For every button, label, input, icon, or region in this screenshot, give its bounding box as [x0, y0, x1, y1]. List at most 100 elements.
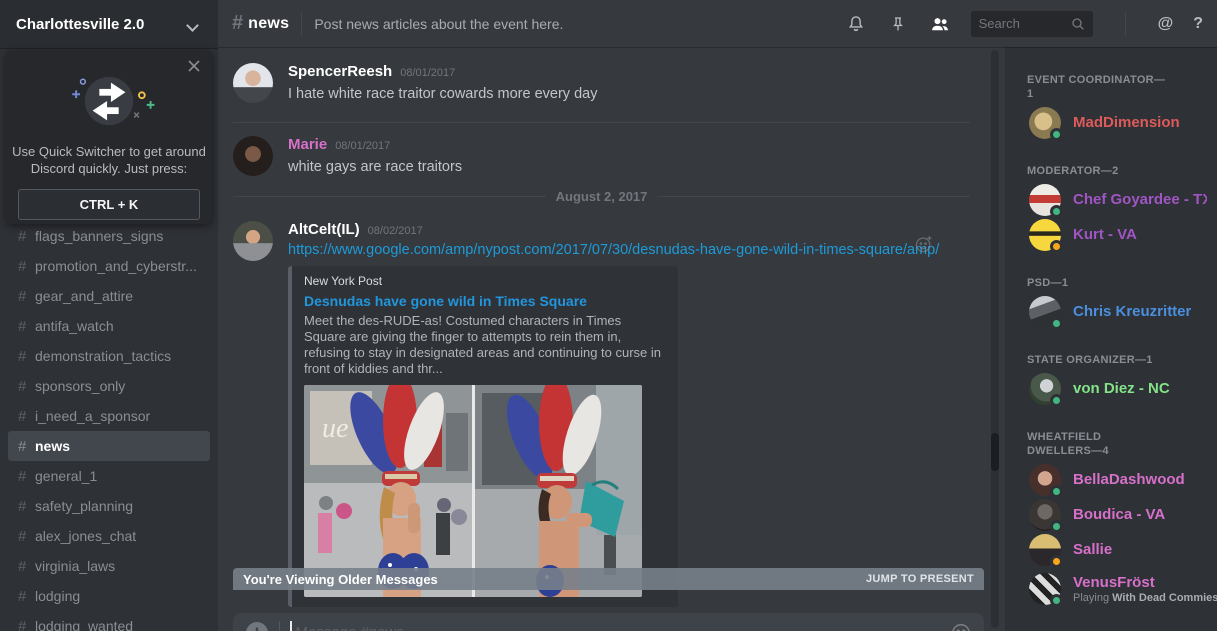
hash-icon: # — [18, 228, 28, 245]
scrollbar-thumb[interactable] — [991, 433, 999, 471]
channel-item-virginia_laws[interactable]: #virginia_laws — [0, 551, 218, 581]
text-caret — [290, 621, 292, 631]
server-dropdown[interactable]: Charlottesville 2.0 — [0, 0, 218, 48]
avatar[interactable] — [233, 63, 273, 103]
search-box — [971, 11, 1093, 37]
channel-label: news — [35, 438, 70, 454]
channel-label: gear_and_attire — [35, 288, 133, 304]
avatar — [1029, 107, 1061, 139]
member-kurt[interactable]: Kurt - VA — [1027, 217, 1207, 252]
avatar — [1029, 219, 1061, 251]
message-author[interactable]: Marie — [288, 136, 327, 153]
channel-item-lodging_wanted[interactable]: # lodging_wanted — [0, 611, 218, 631]
channel-label: lodging_wanted — [35, 618, 133, 631]
role-group-wheatfield-dwellers: WHEATFIELD DWELLERS—4 BellaDashwood Boud… — [1027, 430, 1207, 611]
avatar — [1029, 296, 1061, 328]
channel-item-safety_planning[interactable]: #safety_planning — [0, 491, 218, 521]
avatar — [1029, 573, 1061, 605]
member-boudica[interactable]: Boudica - VA — [1027, 497, 1207, 532]
channel-item-flags_banners_signs[interactable]: # flags_banners_signs — [0, 221, 218, 251]
avatar[interactable] — [233, 221, 273, 261]
role-group-psd: PSD—1 Chris Kreuzritter — [1027, 276, 1207, 329]
channel-item-gear_and_attire[interactable]: #gear_and_attire — [0, 281, 218, 311]
channel-label: flags_banners_signs — [35, 228, 163, 244]
notifications-bell-icon[interactable] — [845, 13, 867, 35]
help-icon[interactable]: ? — [1193, 15, 1203, 33]
jump-to-present-button[interactable]: JUMP TO PRESENT — [866, 573, 974, 585]
embed-description: Meet the des-RUDE-as! Costumed character… — [304, 313, 666, 377]
embed-provider: New York Post — [304, 274, 666, 288]
channel-item-general_1[interactable]: #general_1 — [0, 461, 218, 491]
hash-icon: # — [18, 618, 28, 631]
hash-icon: # — [18, 588, 28, 605]
message-link[interactable]: https://www.google.com/amp/nypost.com/20… — [288, 242, 975, 258]
close-icon[interactable] — [186, 58, 202, 74]
add-reaction-icon[interactable] — [914, 234, 934, 254]
embed-title-link[interactable]: Desnudas have gone wild in Times Square — [304, 293, 666, 309]
server-name: Charlottesville 2.0 — [16, 16, 188, 33]
status-idle-icon — [1050, 555, 1063, 568]
member-venusfrost[interactable]: VenusFröst Playing With Dead Commies — [1027, 567, 1207, 611]
member-chef-goyardee[interactable]: Chef Goyardee - TX — [1027, 182, 1207, 217]
svg-text:ue: ue — [322, 413, 348, 444]
channel-item-lodging[interactable]: # lodging — [0, 581, 218, 611]
upload-plus-icon[interactable] — [245, 621, 269, 631]
message-text: white gays are race traitors — [288, 157, 975, 177]
status-online-icon — [1050, 594, 1063, 607]
message-author[interactable]: SpencerReesh — [288, 63, 392, 80]
member-chris-kreuzritter[interactable]: Chris Kreuzritter — [1027, 294, 1207, 329]
channel-topic: Post news articles about the event here. — [314, 16, 844, 32]
message-area: SpencerReesh 08/01/2017 I hate white rac… — [218, 47, 1005, 631]
status-online-icon — [1050, 317, 1063, 330]
member-maddimension[interactable]: MadDimension — [1027, 105, 1207, 140]
channel-item-alex_jones_chat[interactable]: #alex_jones_chat — [0, 521, 218, 551]
member-name: MadDimension — [1073, 114, 1180, 131]
avatar — [1029, 534, 1061, 566]
channel-item-news-active[interactable]: # news — [8, 431, 210, 461]
channel-item-antifa_watch[interactable]: #antifa_watch — [0, 311, 218, 341]
older-messages-text: You're Viewing Older Messages — [243, 572, 866, 587]
member-name: von Diez - NC — [1073, 380, 1170, 397]
status-online-icon — [1050, 128, 1063, 141]
quick-switcher-text: Use Quick Switcher to get around Discord… — [6, 143, 212, 177]
viewing-older-messages-bar[interactable]: You're Viewing Older Messages JUMP TO PR… — [233, 568, 984, 590]
hash-icon: # — [18, 348, 28, 365]
mentions-at-icon[interactable]: @ — [1158, 15, 1174, 33]
avatar[interactable] — [233, 136, 273, 176]
message-text: I hate white race traitor cowards more e… — [288, 84, 975, 104]
input-divider — [279, 621, 280, 631]
role-group-state-organizer: STATE ORGANIZER—1 von Diez - NC — [1027, 353, 1207, 406]
message-input[interactable]: Message #news — [233, 613, 984, 631]
channel-label: promotion_and_cyberstr... — [35, 258, 197, 274]
message-author[interactable]: AltCelt(IL) — [288, 221, 360, 238]
channel-item-sponsors_only[interactable]: #sponsors_only — [0, 371, 218, 401]
hash-icon: # — [18, 558, 28, 575]
quick-switcher-icon — [49, 72, 169, 130]
channel-label: lodging — [35, 588, 80, 604]
channel-label: safety_planning — [35, 498, 133, 514]
status-online-icon — [1050, 394, 1063, 407]
member-belladashwood[interactable]: BellaDashwood — [1027, 462, 1207, 497]
emoji-picker-icon[interactable] — [950, 622, 972, 631]
member-activity: Playing With Dead Commies — [1073, 592, 1217, 604]
channel-hash-icon: # — [232, 12, 243, 35]
status-online-icon — [1050, 485, 1063, 498]
channel-label: i_need_a_sponsor — [35, 408, 150, 424]
search-input[interactable] — [971, 11, 1093, 37]
channel-item-i_need_a_sponsor[interactable]: #i_need_a_sponsor — [0, 401, 218, 431]
member-von-diez[interactable]: von Diez - NC — [1027, 371, 1207, 406]
channel-item-demonstration_tactics[interactable]: #demonstration_tactics — [0, 341, 218, 371]
role-group-event-coordinator: EVENT COORDINATOR—1 MadDimension — [1027, 73, 1207, 140]
message-timestamp: 08/02/2017 — [368, 225, 423, 237]
channel-item-promotion_and_cyberstr[interactable]: #promotion_and_cyberstr... — [0, 251, 218, 281]
hash-icon: # — [18, 438, 28, 455]
member-sallie[interactable]: Sallie — [1027, 532, 1207, 567]
embed-image[interactable]: ue — [304, 385, 642, 597]
pinned-messages-icon[interactable] — [887, 13, 909, 35]
member-name: BellaDashwood — [1073, 471, 1185, 488]
member-name: Sallie — [1073, 541, 1112, 558]
quick-switcher-shortcut-button[interactable]: CTRL + K — [18, 189, 200, 220]
member-list-toggle-icon[interactable] — [929, 13, 951, 35]
header-divider — [301, 12, 302, 36]
message: Marie 08/01/2017 white gays are race tra… — [218, 133, 975, 177]
